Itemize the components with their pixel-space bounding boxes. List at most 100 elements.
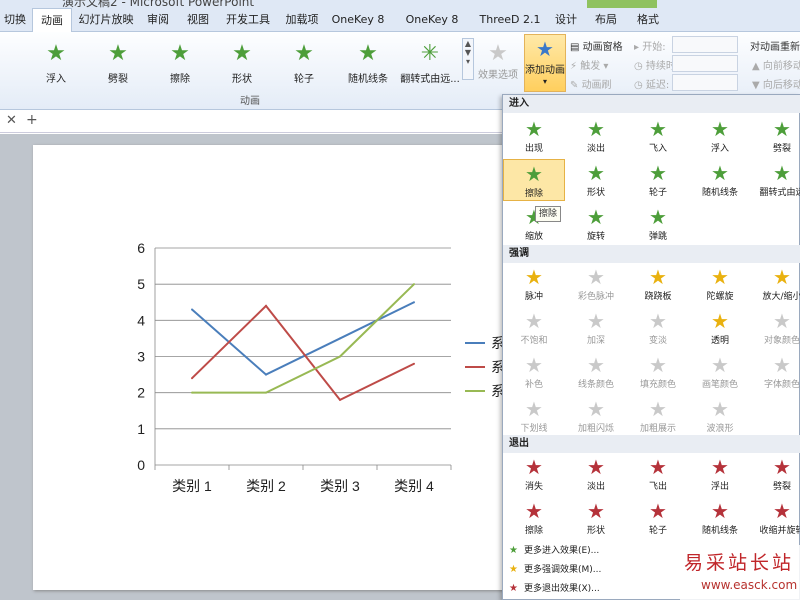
effect-item[interactable]: ★ 淡出	[565, 453, 627, 495]
effect-item[interactable]: ★ 旋转	[565, 203, 627, 245]
star-icon: ★	[711, 455, 729, 479]
tab-layout[interactable]: 布局	[590, 8, 622, 32]
effect-item[interactable]: ★ 字体颜色	[751, 351, 800, 393]
effect-item[interactable]: ★ 随机线条	[689, 497, 751, 539]
duration-field[interactable]	[672, 55, 738, 72]
tab-slideshow[interactable]: 幻灯片放映	[76, 8, 136, 32]
effect-label: 淡出	[586, 482, 605, 492]
effect-item[interactable]: ★ 脉冲	[503, 263, 565, 305]
effect-item[interactable]: ★ 跷跷板	[627, 263, 689, 305]
animation-painter-button[interactable]: ✎ 动画刷	[570, 76, 612, 91]
delay-field[interactable]	[672, 74, 738, 91]
pane-icon: ▤	[570, 42, 583, 53]
tab-review[interactable]: 审阅	[140, 8, 176, 32]
effect-item[interactable]: ★ 补色	[503, 351, 565, 393]
star-icon: ★	[525, 162, 543, 186]
effect-label: 出现	[524, 144, 543, 154]
more-exit-button[interactable]: ★ 更多退出效果(X)...	[509, 581, 600, 594]
start-select[interactable]	[672, 36, 738, 53]
effect-item[interactable]: ★ 消失	[503, 453, 565, 495]
effect-item[interactable]: ★ 波浪形	[689, 395, 751, 437]
effect-item[interactable]: ★ 彩色脉冲	[565, 263, 627, 305]
effect-label: 彩色脉冲	[577, 292, 614, 302]
effect-options-button[interactable]: ★ 效果选项	[476, 38, 520, 86]
effect-label: 翻转式由远	[759, 188, 800, 198]
gallery-wipe[interactable]: ★ 擦除	[150, 38, 210, 94]
tab-developer[interactable]: 开发工具	[222, 8, 274, 32]
effect-item[interactable]: ★ 画笔颜色	[689, 351, 751, 393]
effect-item[interactable]: ★ 擦除	[503, 497, 565, 539]
tab-design[interactable]: 设计	[550, 8, 582, 32]
add-animation-button[interactable]: ★ 添加动画 ▾	[524, 34, 566, 92]
gallery-float-in[interactable]: ★ 浮入	[26, 38, 86, 94]
gallery-grow-turn[interactable]: ✳ 翻转式由远...	[400, 38, 460, 94]
effect-item[interactable]: ★ 擦除	[503, 159, 565, 201]
star-icon: ★	[773, 309, 791, 333]
star-icon: ★	[587, 117, 605, 141]
more-entrance-button[interactable]: ★ 更多进入效果(E)...	[509, 543, 599, 556]
effect-item[interactable]: ★ 淡出	[565, 115, 627, 157]
gallery-random-bars[interactable]: ★ 随机线条	[338, 38, 398, 94]
effect-item[interactable]: ★ 加深	[565, 307, 627, 349]
gallery-scroll[interactable]: ▲ ▼ ▾	[462, 38, 474, 80]
effect-item[interactable]: ★ 浮入	[689, 115, 751, 157]
effect-item[interactable]: ★ 轮子	[627, 159, 689, 201]
tab-view[interactable]: 视图	[180, 8, 216, 32]
star-icon: ★	[711, 265, 729, 289]
tab-addins[interactable]: 加载项	[280, 8, 324, 32]
effect-item[interactable]: ★ 劈裂	[751, 115, 800, 157]
effect-item[interactable]: ★ 放大/缩小	[751, 263, 800, 305]
effect-item[interactable]: ★ 不饱和	[503, 307, 565, 349]
slide[interactable]: 0 1 2 3 4 5 6 类别 1 类别 2 类别 3 类别 4系系系	[33, 145, 513, 590]
effect-item[interactable]: ★ 下划线	[503, 395, 565, 437]
effect-item[interactable]: ★ 对象颜色	[751, 307, 800, 349]
effect-item[interactable]: ★ 飞出	[627, 453, 689, 495]
series-point	[265, 373, 267, 376]
y-tick-label: 5	[137, 276, 145, 292]
effect-item[interactable]: ★ 变淡	[627, 307, 689, 349]
effect-item[interactable]: ★ 飞入	[627, 115, 689, 157]
gallery-shape[interactable]: ★ 形状	[212, 38, 272, 94]
line-chart[interactable]: 0123456类别 1 类别 2 类别 3 类别 4系系系	[33, 145, 513, 590]
star-icon: ★	[525, 117, 543, 141]
effect-item[interactable]: ★ 线条颜色	[565, 351, 627, 393]
effect-item[interactable]: ★ 浮出	[689, 453, 751, 495]
more-emphasis-button[interactable]: ★ 更多强调效果(M)...	[509, 562, 601, 575]
effect-label: 飞出	[648, 482, 667, 492]
effect-item[interactable]: ★ 透明	[689, 307, 751, 349]
add-icon[interactable]: +	[26, 112, 38, 128]
effect-item[interactable]: ★ 出现	[503, 115, 565, 157]
effect-item[interactable]: ★ 轮子	[627, 497, 689, 539]
tab-animations[interactable]: 动画	[32, 8, 72, 33]
series-point	[413, 362, 415, 365]
watermark-logo-text: 易采站长站	[684, 552, 795, 574]
trigger-button[interactable]: ⚡ 触发 ▾	[570, 57, 608, 72]
tab-onekey8plus[interactable]: OneKey 8 Plus	[394, 8, 470, 50]
burst-icon: ✳	[420, 41, 440, 66]
tab-format[interactable]: 格式	[632, 8, 664, 32]
effect-item[interactable]: ★ 加粗展示	[627, 395, 689, 437]
tab-onekey8[interactable]: OneKey 8	[330, 8, 386, 32]
move-earlier-button[interactable]: ▲ 向前移动	[752, 57, 800, 72]
effect-label: 跷跷板	[644, 292, 672, 302]
close-icon[interactable]: ✕	[6, 113, 17, 128]
effect-item[interactable]: ★ 收缩并旋转	[751, 497, 800, 539]
star-icon: ★	[649, 397, 667, 421]
tab-threed[interactable]: ThreeD 2.1	[478, 8, 542, 32]
effect-item[interactable]: ★ 弹跳	[627, 203, 689, 245]
effect-label: 不饱和	[520, 336, 548, 346]
gallery-split[interactable]: ★ 劈裂	[88, 38, 148, 94]
tab-transitions[interactable]: 切换	[0, 8, 30, 32]
animation-pane-button[interactable]: ▤ 动画窗格	[570, 38, 623, 53]
effect-item[interactable]: ★ 加粗闪烁	[565, 395, 627, 437]
document-tab-strip	[0, 111, 505, 133]
gallery-wheel[interactable]: ★ 轮子	[274, 38, 334, 94]
effect-item[interactable]: ★ 填充颜色	[627, 351, 689, 393]
effect-item[interactable]: ★ 形状	[565, 497, 627, 539]
effect-item[interactable]: ★ 劈裂	[751, 453, 800, 495]
effect-item[interactable]: ★ 形状	[565, 159, 627, 201]
effect-item[interactable]: ★ 翻转式由远	[751, 159, 800, 201]
effect-item[interactable]: ★ 陀螺旋	[689, 263, 751, 305]
move-later-button[interactable]: ▼ 向后移动	[752, 76, 800, 91]
effect-item[interactable]: ★ 随机线条	[689, 159, 751, 201]
